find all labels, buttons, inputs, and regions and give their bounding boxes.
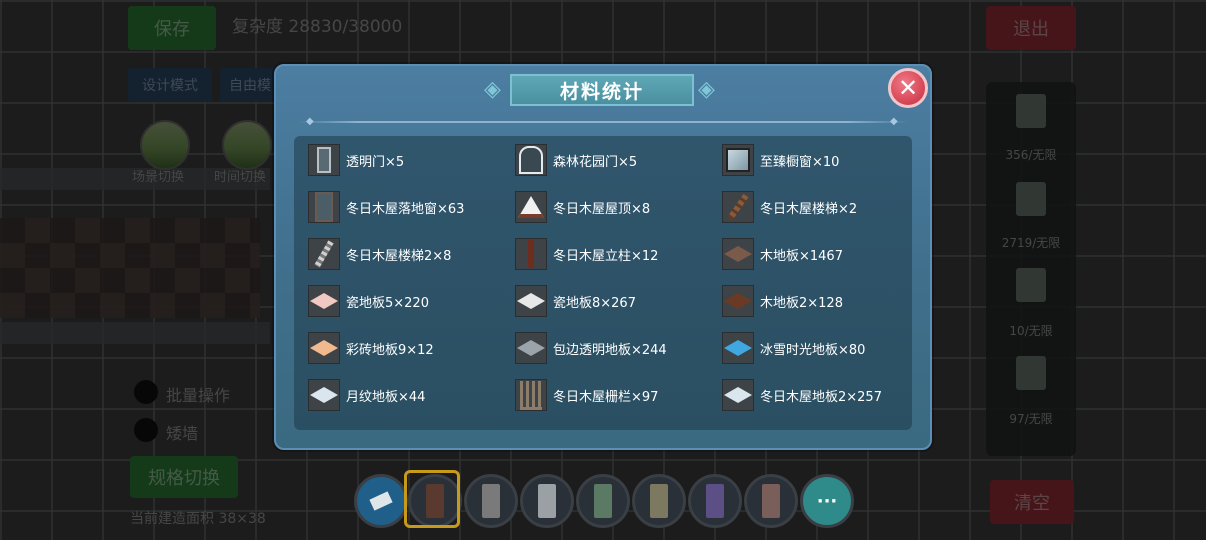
item-slot[interactable] [520,474,574,528]
selected-slot-frame [404,470,460,528]
material-item: 瓷地板5×220 [308,285,429,317]
stair-icon [308,238,340,270]
material-item: 瓷地板8×267 [515,285,636,317]
item-slot[interactable] [688,474,742,528]
material-label: 冰雪时光地板×80 [760,342,866,358]
divider-ornament-icon: ◆ [306,116,314,127]
door-icon [594,484,612,518]
floor-tile-icon [515,332,547,364]
floor-tile-icon [308,379,340,411]
material-label: 冬日木屋立柱×12 [553,248,659,264]
title-ornament-left-icon: ◈ [484,77,501,102]
floor-tile-icon [722,285,754,317]
item-slot[interactable] [632,474,686,528]
material-item: 月纹地板×44 [308,379,425,411]
divider-ornament-icon: ◆ [890,116,898,127]
door-icon [706,484,724,518]
floor-tile-icon [722,332,754,364]
door-icon [762,484,780,518]
material-item: 冬日木屋地板2×257 [722,379,882,411]
eraser-slot[interactable] [354,474,408,528]
material-label: 透明门×5 [346,154,405,170]
door-icon [538,484,556,518]
material-label: 森林花园门×5 [553,154,638,170]
floor-tile-icon [722,379,754,411]
material-label: 彩砖地板9×12 [346,342,434,358]
material-item: 木地板2×128 [722,285,843,317]
item-slot[interactable] [744,474,798,528]
pillar-icon [515,238,547,270]
material-item: 冬日木屋栅栏×97 [515,379,658,411]
fence-icon [515,379,547,411]
material-item: 冬日木屋落地窗×63 [308,191,464,223]
title-ornament-right-icon: ◈ [698,77,715,102]
window-icon [722,144,754,176]
eraser-icon [369,491,393,511]
floor-tile-icon [308,285,340,317]
material-label: 木地板×1467 [760,248,843,264]
material-item: 冰雪时光地板×80 [722,332,865,364]
floor-tile-icon [722,238,754,270]
material-label: 至臻橱窗×10 [760,154,840,170]
close-icon: ✕ [897,74,919,102]
material-label: 冬日木屋落地窗×63 [346,201,465,217]
material-item: 冬日木屋楼梯2×8 [308,238,451,270]
close-button[interactable]: ✕ [888,68,928,108]
tall-window-icon [308,191,340,223]
arch-door-icon [515,144,547,176]
material-label: 瓷地板5×220 [346,295,429,311]
material-item: 包边透明地板×244 [515,332,667,364]
floor-tile-icon [308,332,340,364]
material-item: 冬日木屋楼梯×2 [722,191,857,223]
material-label: 冬日木屋楼梯×2 [760,201,858,217]
door-icon [482,484,500,518]
material-label: 冬日木屋楼梯2×8 [346,248,452,264]
roof-icon [515,191,547,223]
material-list: 透明门×5 森林花园门×5 至臻橱窗×10 冬日木屋落地窗×63 冬日木屋屋顶×… [294,136,912,430]
door-icon [308,144,340,176]
dialog-title: 材料统计 [510,74,694,106]
material-label: 冬日木屋屋顶×8 [553,201,651,217]
stair-icon [722,191,754,223]
floor-tile-icon [515,285,547,317]
item-slot[interactable] [576,474,630,528]
material-label: 月纹地板×44 [346,389,426,405]
item-slot[interactable] [464,474,518,528]
material-item: 至臻橱窗×10 [722,144,839,176]
material-item: 彩砖地板9×12 [308,332,434,364]
material-item: 木地板×1467 [722,238,843,270]
material-item: 透明门×5 [308,144,404,176]
material-label: 瓷地板8×267 [553,295,636,311]
material-label: 冬日木屋地板2×257 [760,389,882,405]
door-icon [650,484,668,518]
material-item: 森林花园门×5 [515,144,637,176]
title-divider [298,121,908,123]
material-item: 冬日木屋立柱×12 [515,238,658,270]
more-button[interactable]: ··· [800,474,854,528]
material-label: 包边透明地板×244 [553,342,667,358]
material-label: 木地板2×128 [760,295,843,311]
material-label: 冬日木屋栅栏×97 [553,389,659,405]
material-item: 冬日木屋屋顶×8 [515,191,650,223]
